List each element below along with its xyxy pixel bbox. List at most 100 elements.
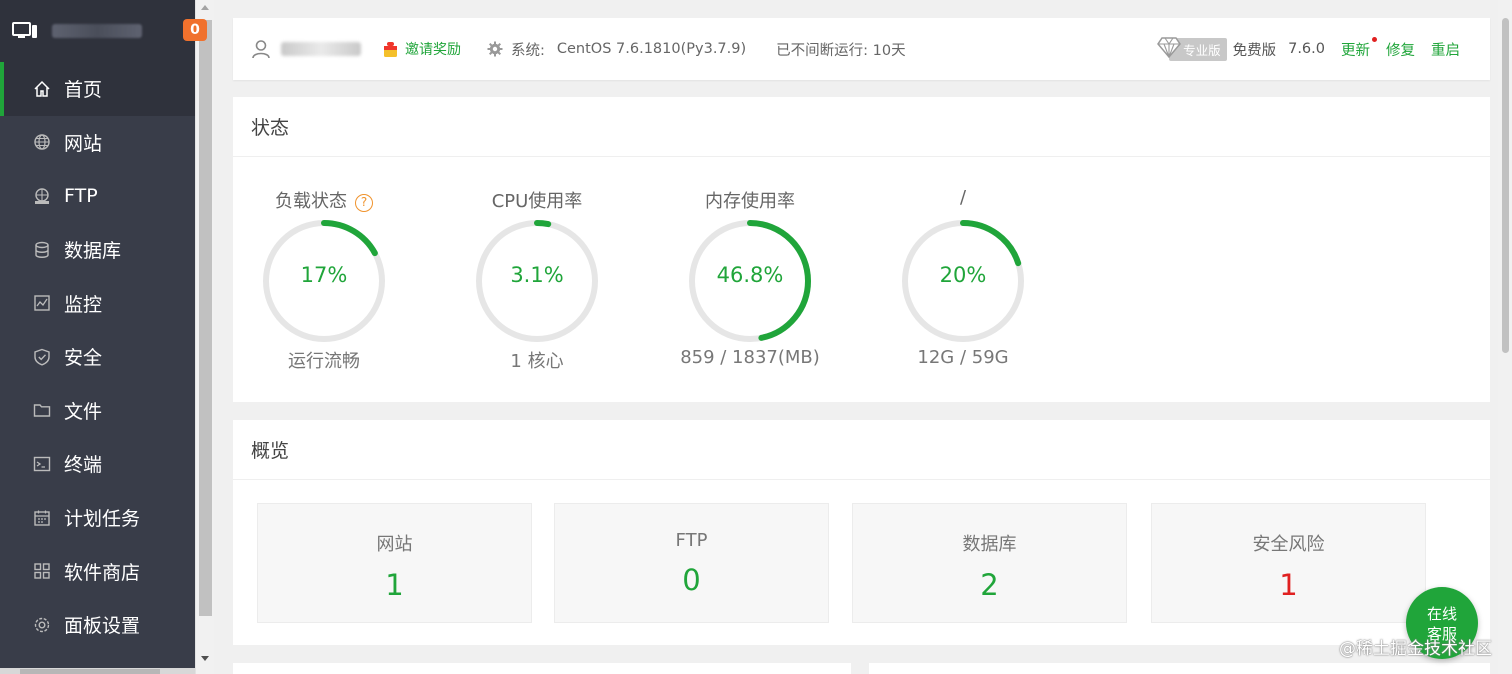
diamond-icon	[1157, 36, 1182, 58]
gauge-label: 负载状态?	[234, 187, 414, 213]
sidebar-horizontal-scrollbar[interactable]	[0, 668, 195, 674]
pro-version-badge[interactable]: 专业版	[1157, 36, 1227, 61]
sidebar: 0 首页 网站 FTP 数据库 监控 安全 文件 终端 计划任务 软件商店 面板…	[0, 0, 207, 674]
gauge-value: 3.1%	[510, 263, 564, 287]
home-icon	[33, 80, 51, 98]
gauge-sub: 12G / 59G	[917, 347, 1009, 368]
update-dot	[1372, 36, 1377, 42]
gauge-value: 46.8%	[716, 263, 784, 287]
system-value: CentOS 7.6.1810(Py3.7.9)	[556, 41, 747, 57]
free-version-label: 免费版	[1232, 42, 1277, 59]
sidebar-item-label: 首页	[64, 79, 103, 102]
sidebar-item-security[interactable]: 安全	[0, 330, 195, 384]
sidebar-item-label: 监控	[64, 293, 103, 316]
gift-icon	[383, 41, 398, 58]
sidebar-item-ftp[interactable]: FTP	[0, 169, 195, 223]
sidebar-item-store[interactable]: 软件商店	[0, 544, 195, 598]
overview-panel: 概览 网站 1 FTP 0 数据库 2 安全风险 1	[233, 420, 1490, 645]
scrollbar-thumb[interactable]	[199, 20, 212, 616]
sidebar-item-label: 面板设置	[64, 615, 141, 638]
server-icon	[12, 22, 38, 40]
status-panel: 状态 负载状态? 17% 运行流畅 CPU使用率 3.1% 1 核心 内存使用率…	[233, 97, 1490, 402]
card-value: 2	[980, 568, 999, 602]
notification-badge[interactable]: 0	[183, 19, 207, 41]
card-value: 1	[385, 568, 404, 602]
next-panel-left	[233, 663, 851, 674]
sidebar-item-terminal[interactable]: 终端	[0, 437, 195, 491]
sidebar-item-label: 软件商店	[64, 561, 141, 584]
main-scrollbar[interactable]	[1498, 0, 1512, 674]
calendar-icon	[33, 509, 51, 527]
sidebar-header: 0	[0, 0, 207, 62]
website-count-card[interactable]: 网站 1	[257, 503, 532, 623]
host-name-redacted	[52, 24, 142, 38]
username-redacted	[281, 42, 361, 56]
sidebar-item-website[interactable]: 网站	[0, 116, 195, 170]
card-value: 0	[682, 563, 701, 597]
security-risk-card[interactable]: 安全风险 1	[1151, 503, 1426, 623]
service-line1: 在线	[1426, 605, 1457, 623]
update-label: 更新	[1341, 42, 1370, 59]
shield-icon	[33, 348, 51, 366]
status-title: 状态	[233, 97, 1490, 157]
watermark: @稀土掘金技术社区	[1339, 639, 1492, 659]
grid-icon	[33, 562, 51, 580]
panel-version: 7.6.0	[1288, 41, 1325, 57]
card-title: 安全风险	[1252, 534, 1325, 555]
scroll-down-icon[interactable]	[201, 656, 209, 661]
globe-icon	[33, 133, 51, 151]
gauge-label: /	[959, 187, 967, 208]
gauge-label: 内存使用率	[705, 191, 795, 212]
settings-icon	[33, 616, 51, 634]
overview-cards: 网站 1 FTP 0 数据库 2 安全风险 1	[233, 480, 1490, 645]
scroll-up-icon[interactable]	[201, 5, 209, 10]
sidebar-item-home[interactable]: 首页	[0, 62, 195, 116]
card-value: 1	[1279, 568, 1298, 602]
gear-icon	[487, 41, 503, 57]
restart-link[interactable]: 重启	[1431, 39, 1460, 60]
sidebar-scrollbar[interactable]	[195, 0, 214, 674]
sidebar-item-database[interactable]: 数据库	[0, 223, 195, 277]
gauge-sub: 1 核心	[510, 351, 564, 372]
folder-icon	[33, 401, 51, 419]
gauge-value: 20%	[939, 263, 987, 287]
ftp-icon	[33, 187, 51, 205]
sidebar-item-label: 安全	[64, 347, 103, 370]
sidebar-item-label: 文件	[64, 400, 103, 423]
uptime-text: 已不间断运行: 10天	[776, 42, 906, 59]
system-label: 系统:	[511, 42, 545, 59]
gauge-sub: 859 / 1837(MB)	[680, 347, 820, 368]
top-bar-actions: 专业版 免费版 7.6.0 更新 修复 重启	[1157, 36, 1460, 61]
card-title: 数据库	[962, 534, 1017, 555]
database-icon	[33, 241, 51, 259]
overview-title: 概览	[233, 420, 1490, 480]
user-icon	[251, 39, 271, 59]
ftp-count-card[interactable]: FTP 0	[554, 503, 829, 623]
gauge-sub: 运行流畅	[288, 351, 360, 372]
terminal-icon	[33, 455, 51, 473]
scrollbar-thumb[interactable]	[1502, 18, 1509, 353]
gauge-row: 负载状态? 17% 运行流畅 CPU使用率 3.1% 1 核心 内存使用率 46…	[233, 157, 1490, 402]
card-title: FTP	[675, 530, 708, 551]
sidebar-item-label: 终端	[64, 454, 103, 477]
sidebar-item-cron[interactable]: 计划任务	[0, 491, 195, 545]
gauge-label-text: 负载状态	[275, 191, 347, 212]
update-link[interactable]: 更新	[1341, 36, 1377, 60]
repair-link[interactable]: 修复	[1386, 39, 1415, 60]
scrollbar-thumb[interactable]	[20, 669, 160, 674]
gauge-value: 17%	[300, 263, 348, 287]
gauge-label: CPU使用率	[491, 191, 583, 212]
sidebar-item-label: FTP	[64, 184, 98, 207]
sidebar-item-label: 计划任务	[64, 508, 141, 531]
invite-reward-link[interactable]: 邀请奖励	[405, 39, 461, 59]
help-icon[interactable]: ?	[355, 194, 373, 212]
sidebar-item-label: 网站	[64, 132, 103, 155]
sidebar-nav: 首页 网站 FTP 数据库 监控 安全 文件 终端 计划任务 软件商店 面板设置	[0, 62, 195, 652]
sidebar-item-settings[interactable]: 面板设置	[0, 598, 195, 652]
sidebar-item-label: 数据库	[64, 240, 122, 263]
database-count-card[interactable]: 数据库 2	[852, 503, 1127, 623]
card-title: 网站	[376, 534, 413, 555]
sidebar-item-monitor[interactable]: 监控	[0, 276, 195, 330]
sidebar-item-files[interactable]: 文件	[0, 384, 195, 438]
next-panel-right	[869, 663, 1490, 674]
